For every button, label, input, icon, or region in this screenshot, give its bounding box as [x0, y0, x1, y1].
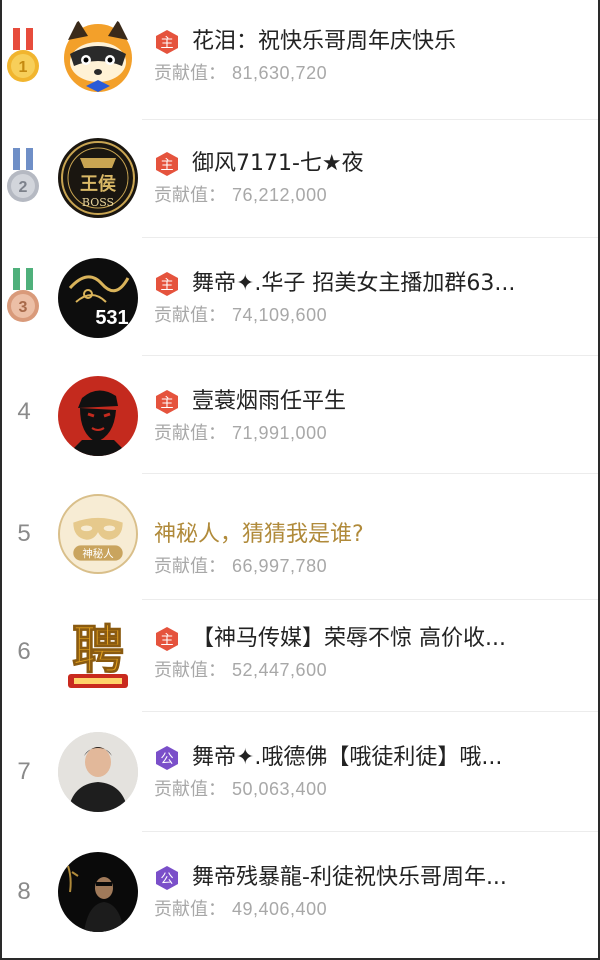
red-portrait-avatar — [66, 390, 130, 456]
boss-logo-avatar: 王侯 BOSS — [61, 141, 135, 215]
contribution-label: 贡献值： — [154, 556, 226, 577]
contribution-amount: 52,447,600 — [232, 660, 328, 680]
public-badge-icon: 公 — [156, 866, 178, 890]
contribution-amount: 50,063,400 — [232, 779, 328, 799]
contribution-value: 贡献值： 81,630,720 — [154, 60, 327, 86]
avatar[interactable] — [58, 852, 138, 932]
leaderboard-list: 1 主 花泪：祝快乐哥周年庆快乐 贡献值： 81,630,720 2 王侯 BO… — [0, 0, 600, 960]
avatar[interactable]: 531 — [58, 258, 138, 338]
svg-text:公: 公 — [160, 872, 173, 887]
gold-signature-avatar: 531 — [68, 275, 130, 329]
leaderboard-row[interactable]: 5 神秘人 神秘人，猜猜我是谁? 贡献值： 66,997,780 — [2, 474, 598, 600]
avatar[interactable] — [58, 16, 138, 96]
svg-text:3: 3 — [19, 299, 28, 316]
user-name[interactable]: 舞帝✦.华子 招美女主播加群63... — [192, 267, 558, 301]
host-badge-icon: 主 — [156, 627, 178, 651]
rank-number: 8 — [17, 878, 31, 905]
contribution-label: 贡献值： — [154, 185, 226, 206]
public-badge-icon: 公 — [156, 746, 178, 770]
contribution-value: 贡献值： 76,212,000 — [154, 182, 327, 208]
rank-number: 6 — [17, 638, 31, 665]
svg-text:聘: 聘 — [72, 621, 124, 681]
svg-text:主: 主 — [160, 396, 173, 411]
recruit-logo-avatar: 聘 — [68, 621, 128, 688]
svg-text:1: 1 — [19, 59, 28, 76]
host-badge-icon: 主 — [156, 390, 178, 414]
user-photo-avatar — [58, 732, 138, 812]
avatar[interactable]: 神秘人 — [58, 494, 138, 574]
contribution-value: 贡献值： 71,991,000 — [154, 420, 327, 446]
leaderboard-row[interactable]: 3 531 主 舞帝✦.华子 招美女主播加群63... 贡献值： 74,109,6… — [2, 236, 598, 356]
svg-text:531: 531 — [95, 307, 128, 329]
svg-text:主: 主 — [160, 633, 173, 648]
svg-text:主: 主 — [160, 158, 173, 173]
contribution-amount: 76,212,000 — [232, 185, 328, 205]
contribution-amount: 74,109,600 — [232, 305, 328, 325]
host-badge-icon: 主 — [156, 272, 178, 296]
svg-text:主: 主 — [160, 278, 173, 293]
contribution-label: 贡献值： — [154, 423, 226, 444]
contribution-value: 贡献值： 74,109,600 — [154, 302, 327, 328]
contribution-label: 贡献值： — [154, 63, 226, 84]
user-name[interactable]: 花泪：祝快乐哥周年庆快乐 — [192, 25, 558, 59]
leaderboard-row[interactable]: 8 公 舞帝残暴龍-利徒祝快乐哥周年... 贡献值： 49,406,400 — [2, 832, 598, 958]
user-name[interactable]: 舞帝✦.哦德佛【哦徒利徒】哦... — [192, 741, 558, 775]
leaderboard-row[interactable]: 4 主 壹蓑烟雨任平生 贡献值： 71,991,000 — [2, 354, 598, 474]
leaderboard-row[interactable]: 6 聘 主 【神马传媒】荣辱不惊 高价收... 贡献值： 52,447,600 — [2, 600, 598, 712]
svg-text:神秘人: 神秘人 — [82, 547, 114, 560]
contribution-label: 贡献值： — [154, 899, 226, 920]
user-name[interactable]: 舞帝残暴龍-利徒祝快乐哥周年... — [192, 861, 558, 895]
leaderboard-row[interactable]: 7 公 舞帝✦.哦德佛【哦徒利徒】哦... 贡献值： 50,063,400 — [2, 712, 598, 832]
bronze-medal-icon: 3 — [7, 268, 39, 322]
svg-text:BOSS: BOSS — [82, 196, 114, 209]
avatar[interactable] — [58, 376, 138, 456]
avatar[interactable] — [58, 732, 138, 812]
gold-medal-icon: 1 — [7, 28, 39, 82]
rank-number: 5 — [17, 520, 31, 547]
raccoon-mascot-avatar — [64, 20, 132, 92]
svg-text:2: 2 — [19, 179, 28, 196]
contribution-amount: 66,997,780 — [232, 556, 328, 576]
svg-text:公: 公 — [160, 752, 173, 767]
contribution-amount: 71,991,000 — [232, 423, 328, 443]
contribution-label: 贡献值： — [154, 660, 226, 681]
contribution-label: 贡献值： — [154, 779, 226, 800]
rank-number: 7 — [17, 758, 31, 785]
avatar[interactable]: 王侯 BOSS — [58, 138, 138, 218]
contribution-value: 贡献值： 50,063,400 — [154, 776, 327, 802]
user-name[interactable]: 神秘人，猜猜我是谁? — [154, 518, 558, 552]
user-name[interactable]: 御风7171-七★夜 — [192, 147, 558, 181]
leaderboard-row[interactable]: 1 主 花泪：祝快乐哥周年庆快乐 贡献值： 81,630,720 — [2, 0, 598, 120]
contribution-value: 贡献值： 49,406,400 — [154, 896, 327, 922]
host-badge-icon: 主 — [156, 152, 178, 176]
contribution-amount: 81,630,720 — [232, 63, 328, 83]
mystery-mask-avatar: 神秘人 — [73, 517, 123, 561]
user-name[interactable]: 【神马传媒】荣辱不惊 高价收... — [192, 622, 558, 656]
rank-number: 4 — [17, 398, 31, 425]
contribution-label: 贡献值： — [154, 305, 226, 326]
contribution-amount: 49,406,400 — [232, 899, 328, 919]
silver-medal-icon: 2 — [7, 148, 39, 202]
svg-text:主: 主 — [160, 36, 173, 51]
contribution-value: 贡献值： 52,447,600 — [154, 657, 327, 683]
dark-photo-avatar — [67, 865, 124, 932]
user-name[interactable]: 壹蓑烟雨任平生 — [192, 385, 558, 419]
contribution-value: 贡献值： 66,997,780 — [154, 553, 327, 579]
svg-text:王侯: 王侯 — [80, 173, 117, 195]
leaderboard-row[interactable]: 2 王侯 BOSS 主 御风7171-七★夜 贡献值： 76,212,000 — [2, 118, 598, 238]
host-badge-icon: 主 — [156, 30, 178, 54]
avatar[interactable]: 聘 — [58, 614, 138, 694]
